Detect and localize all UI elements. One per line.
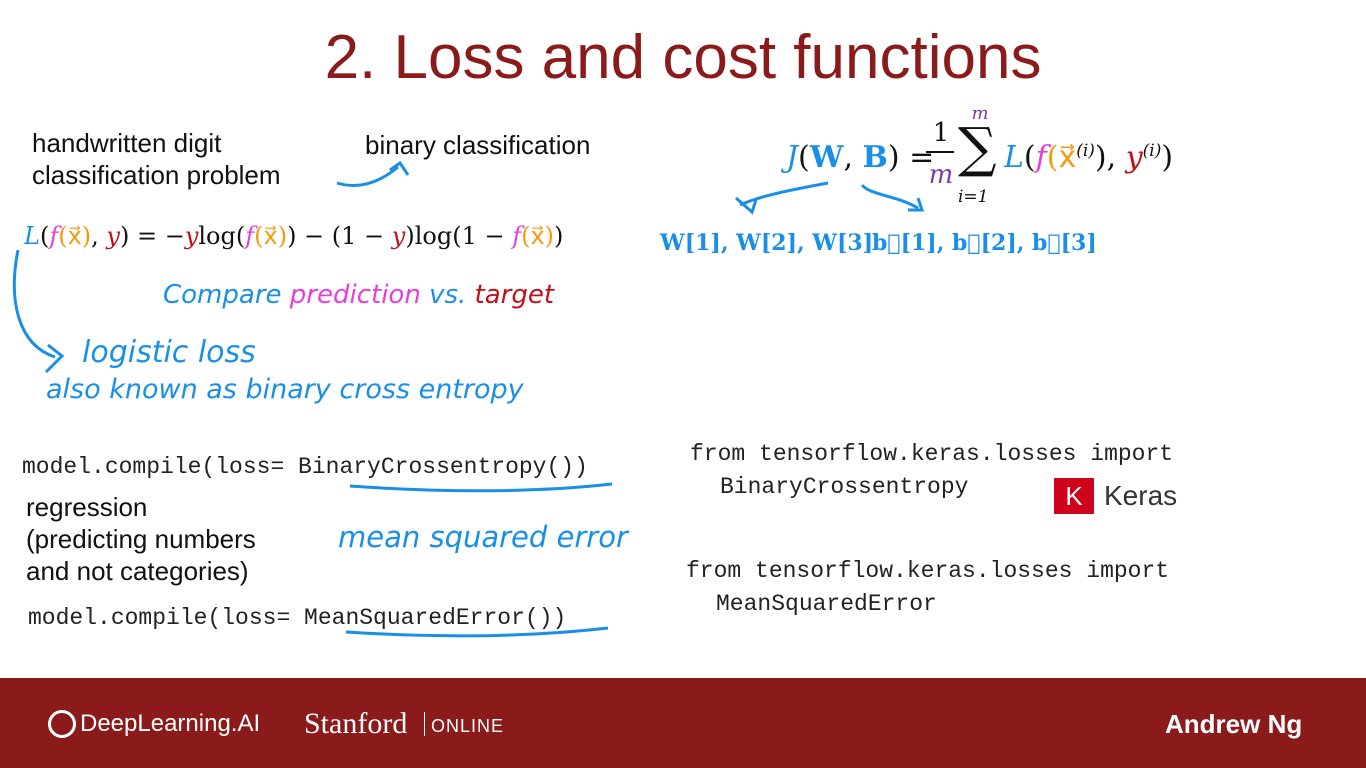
regression-line-2: (predicting numbers	[26, 524, 256, 554]
loss-L: L	[24, 222, 40, 250]
arrow-head-W	[735, 196, 758, 215]
handwritten-mean-squared-error: mean squared error	[338, 520, 628, 554]
paren: (	[39, 222, 50, 250]
weights-list: W[1], W[2], W[3]	[660, 230, 874, 256]
author-name: Andrew Ng	[1165, 709, 1303, 739]
import-mse-line-1: from tensorflow.keras.losses import	[686, 558, 1170, 584]
cost-open: (	[1023, 140, 1036, 175]
loss-y3: y	[391, 222, 406, 250]
loss-f: f	[49, 222, 59, 250]
arrow-head-logistic	[44, 343, 65, 374]
stanford-brand: Stanford	[304, 707, 408, 740]
deeplearning-brand: DeepLearning.AI	[80, 710, 261, 737]
cost-J: J	[786, 140, 799, 175]
cost-B: B	[862, 140, 888, 175]
frac-bar	[926, 151, 954, 153]
loss-log1: log(	[198, 222, 246, 250]
loss-x2: (x⃗)	[254, 222, 288, 250]
arrow-W-to-weights	[739, 181, 829, 207]
loss-f2: f	[245, 222, 255, 250]
loss-formula: L(f(x⃗), y) = −ylog(f(x⃗)) − (1 − y)log(…	[24, 222, 563, 250]
handwritten-compare: Compare prediction vs. target	[163, 280, 554, 310]
biases-list: b⃗[1], b⃗[2], b⃗[3]	[872, 230, 1097, 256]
hand-target-word: target	[474, 280, 555, 310]
arrow-head-B	[908, 197, 925, 212]
slide-title: 2. Loss and cost functions	[324, 23, 1042, 92]
cost-formula-lhs: J(W, B) =	[786, 140, 934, 175]
footer-divider	[424, 712, 425, 736]
loss-x: (x⃗)	[58, 222, 92, 250]
cost-W: W	[809, 140, 844, 175]
loss-x3: (x⃗)	[521, 222, 555, 250]
stanford-online: ONLINE	[431, 716, 505, 736]
loss-mid: ) − (1 −	[287, 222, 392, 250]
code-suffix: ())	[524, 605, 567, 631]
code-suffix: ())	[546, 454, 588, 480]
binary-classification-label: binary classification	[365, 130, 591, 160]
loss-comma: ,	[91, 222, 107, 250]
code-compile-mse: model.compile(loss= MeanSquaredError())	[28, 605, 566, 631]
arrow-B-to-biases	[860, 183, 919, 210]
frac-numerator: 1	[932, 118, 950, 148]
loss-y2: y	[184, 222, 199, 250]
keras-logo: K	[1054, 478, 1094, 514]
underline-binary-crossentropy	[349, 482, 613, 493]
cost-f: f	[1035, 140, 1047, 175]
cost-formula-rhs: L(f(x⃗(i)), y(i))	[1004, 140, 1173, 175]
loss-y: y	[106, 222, 120, 250]
loss-eq: ) = −	[119, 222, 185, 250]
code-compile-binary: model.compile(loss= BinaryCrossentropy()…	[22, 454, 588, 480]
cost-close: ),	[1094, 140, 1126, 175]
import-binary-line-2: BinaryCrossentropy	[720, 474, 969, 500]
problem-line-1: handwritten digit	[32, 128, 222, 158]
hand-compare-word: Compare	[163, 280, 282, 310]
import-mse-line-2: MeanSquaredError	[716, 591, 937, 617]
import-binary-line-1: from tensorflow.keras.losses import	[690, 441, 1174, 467]
loss-log2: )log(1 −	[405, 222, 513, 250]
cost-end: )	[1161, 140, 1174, 175]
sum-symbol: ∑	[958, 116, 997, 179]
sum-lower: i=1	[958, 187, 989, 207]
cost-x: (x⃗	[1046, 140, 1077, 175]
arrow-head-binary	[389, 160, 410, 176]
arrow-to-binary	[336, 165, 399, 188]
loss-f3: f	[512, 222, 522, 250]
cost-comma: ,	[843, 140, 863, 175]
cost-y-sup: (i)	[1142, 141, 1162, 161]
arrow-to-logistic	[12, 249, 56, 359]
hand-prediction-word: prediction	[289, 280, 421, 310]
keras-label: Keras	[1104, 480, 1178, 511]
problem-line-2: classification problem	[32, 160, 281, 190]
regression-line-1: regression	[26, 492, 148, 522]
code-prefix: model.compile(loss=	[28, 605, 305, 631]
cost-lp: (	[798, 140, 810, 175]
loss-end: )	[554, 222, 564, 250]
cost-x-sup: (i)	[1076, 141, 1095, 161]
hand-vs-word: vs.	[429, 280, 467, 310]
code-prefix: model.compile(loss=	[22, 454, 299, 480]
cost-L: L	[1004, 140, 1024, 175]
handwritten-binary-cross-entropy: also known as binary cross entropy	[46, 374, 524, 405]
code-binary-fn: BinaryCrossentropy	[298, 454, 547, 480]
handwritten-logistic-loss: logistic loss	[82, 335, 256, 370]
deeplearning-logo-icon	[48, 710, 76, 738]
code-mse-fn: MeanSquaredError	[304, 605, 525, 631]
frac-denominator: m	[928, 160, 954, 190]
cost-y: y	[1125, 140, 1143, 175]
regression-line-3: and not categories)	[26, 556, 249, 586]
